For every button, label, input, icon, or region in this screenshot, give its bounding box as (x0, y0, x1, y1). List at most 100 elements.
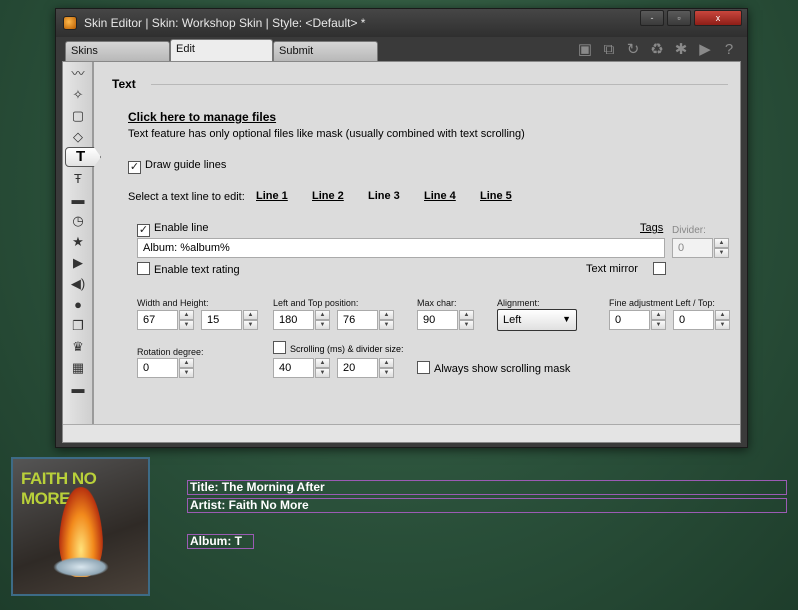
diamond-icon[interactable]: ◇ (70, 129, 86, 145)
alignment-select[interactable]: Left ▼ (497, 309, 577, 331)
text-mirror-row (653, 262, 670, 276)
star-shape-icon[interactable]: ✧ (70, 87, 86, 103)
top-position-stepper[interactable]: ▲ ▼ (379, 310, 394, 330)
always-scroll-checkbox[interactable] (417, 361, 430, 374)
rotation-input[interactable]: 0 (137, 358, 178, 378)
album-art: FAITH NO MORE (11, 457, 150, 596)
title-bar[interactable]: Skin Editor | Skin: Workshop Skin | Styl… (56, 9, 747, 37)
fine-adjust-label: Fine adjustment Left / Top: (609, 298, 715, 308)
recycle-icon[interactable]: ♻ (649, 42, 665, 58)
save-icon[interactable]: ▣ (577, 42, 593, 58)
line-4-link[interactable]: Line 4 (424, 190, 456, 202)
enable-rating-row: Enable text rating (137, 262, 240, 276)
max-char-label: Max char: (417, 298, 457, 308)
line-3-selected[interactable]: Line 3 (368, 190, 400, 202)
scroll-ms-stepper[interactable]: ▲ ▼ (315, 358, 330, 378)
tags-link[interactable]: Tags (640, 222, 663, 234)
skin-editor-window: Skin Editor | Skin: Workshop Skin | Styl… (55, 8, 748, 448)
draw-guide-row: ✓ Draw guide lines (128, 159, 226, 174)
width-input[interactable]: 67 (137, 310, 178, 330)
enable-line-row: ✓ Enable line (137, 222, 208, 237)
app-icon (63, 16, 77, 30)
help-icon[interactable]: ? (721, 42, 737, 58)
tab-edit[interactable]: Edit (170, 39, 273, 61)
maximize-button[interactable]: ▫ (667, 10, 691, 26)
fine-left-stepper[interactable]: ▲ ▼ (651, 310, 666, 330)
manage-files-link[interactable]: Click here to manage files (128, 110, 276, 124)
star-icon[interactable]: ★ (70, 234, 86, 250)
draw-guide-checkbox[interactable]: ✓ (128, 161, 141, 174)
section-title: Text (112, 77, 136, 91)
text-icon[interactable]: T (65, 147, 101, 167)
alignment-value: Left (503, 314, 522, 326)
play-icon[interactable]: ▶ (70, 255, 86, 271)
fine-top-stepper[interactable]: ▲ ▼ (715, 310, 730, 330)
text-scroll-icon[interactable]: Ŧ (70, 171, 86, 187)
fine-left-input[interactable]: 0 (609, 310, 650, 330)
max-char-stepper[interactable]: ▲ ▼ (459, 310, 474, 330)
enable-rating-checkbox[interactable] (137, 262, 150, 275)
height-stepper[interactable]: ▲ ▼ (243, 310, 258, 330)
minimize-button[interactable]: - (640, 10, 664, 26)
enable-line-label: Enable line (154, 222, 209, 234)
max-char-input[interactable]: 90 (417, 310, 458, 330)
album-art-bowl (53, 557, 109, 577)
artist-text-line: Artist: Faith No More (187, 498, 787, 513)
text-mirror-label: Text mirror (586, 263, 638, 275)
width-stepper[interactable]: ▲ ▼ (179, 310, 194, 330)
section-description: Text feature has only optional files lik… (128, 128, 525, 140)
title-text-line: Title: The Morning After (187, 480, 787, 495)
clock-icon[interactable]: ◷ (70, 213, 86, 229)
mustache-icon[interactable]: 〰 (70, 66, 86, 82)
left-position-stepper[interactable]: ▲ ▼ (315, 310, 330, 330)
text-mirror-checkbox[interactable] (653, 262, 666, 275)
line-5-link[interactable]: Line 5 (480, 190, 512, 202)
line-1-link[interactable]: Line 1 (256, 190, 288, 202)
close-button[interactable]: x (694, 10, 742, 26)
always-scroll-label: Always show scrolling mask (434, 363, 571, 375)
left-position-input[interactable]: 180 (273, 310, 314, 330)
dropdown-arrow-icon: ▼ (562, 314, 571, 324)
play-icon[interactable]: ▶ (697, 42, 713, 58)
bar-icon[interactable]: ▬ (70, 192, 86, 208)
divider-stepper[interactable]: ▲ ▼ (714, 238, 729, 258)
asterisk-icon[interactable]: ✱ (673, 42, 689, 58)
editor-panel: 〰 ✧ ▢ ◇ T Ŧ ▬ ◷ ★ ▶ ◀) ● ❐ ♛ ▦ ▬ Text Cl… (62, 61, 741, 443)
layers-icon[interactable]: ❐ (70, 318, 86, 334)
rectangle-icon[interactable]: ▢ (70, 108, 86, 124)
alignment-label: Alignment: (497, 298, 540, 308)
text-settings: Text Click here to manage files Text fea… (97, 62, 740, 424)
fine-top-input[interactable]: 0 (673, 310, 714, 330)
line-icon[interactable]: ▬ (70, 381, 86, 397)
line-2-link[interactable]: Line 2 (312, 190, 344, 202)
scrolling-checkbox[interactable] (273, 341, 286, 354)
scrolling-row: Scrolling (ms) & divider size: (273, 341, 404, 354)
divider-input[interactable]: 0 (672, 238, 713, 258)
rotation-stepper[interactable]: ▲ ▼ (179, 358, 194, 378)
draw-guide-label: Draw guide lines (145, 159, 227, 171)
element-sidebar: 〰 ✧ ▢ ◇ T Ŧ ▬ ◷ ★ ▶ ◀) ● ❐ ♛ ▦ ▬ (63, 62, 101, 424)
redo-icon[interactable]: ↻ (625, 42, 641, 58)
select-line-label: Select a text line to edit: (128, 191, 245, 203)
position-label: Left and Top position: (273, 298, 359, 308)
scroll-ms-input[interactable]: 40 (273, 358, 314, 378)
tab-bar: Skins Submit Edit ▣ ⧉ ↻ ♻ ✱ ▶ ? (62, 39, 741, 61)
height-input[interactable]: 15 (201, 310, 242, 330)
scroll-divider-stepper[interactable]: ▲ ▼ (379, 358, 394, 378)
enable-line-checkbox[interactable]: ✓ (137, 224, 150, 237)
section-divider (151, 84, 728, 85)
divider-label: Divider: (672, 225, 706, 236)
copy-icon[interactable]: ⧉ (601, 42, 617, 58)
width-height-label: Width and Height: (137, 298, 209, 308)
speech-bubble-icon[interactable]: ● (70, 297, 86, 313)
grid-icon[interactable]: ▦ (70, 360, 86, 376)
enable-rating-label: Enable text rating (154, 264, 240, 276)
text-format-input[interactable]: Album: %album% (137, 238, 665, 258)
window-title: Skin Editor | Skin: Workshop Skin | Styl… (84, 16, 366, 30)
top-position-input[interactable]: 76 (337, 310, 378, 330)
crown-icon[interactable]: ♛ (70, 339, 86, 355)
tab-skins[interactable]: Skins (65, 41, 170, 61)
tab-submit[interactable]: Submit (273, 41, 378, 61)
scroll-divider-input[interactable]: 20 (337, 358, 378, 378)
speaker-icon[interactable]: ◀) (70, 276, 86, 292)
